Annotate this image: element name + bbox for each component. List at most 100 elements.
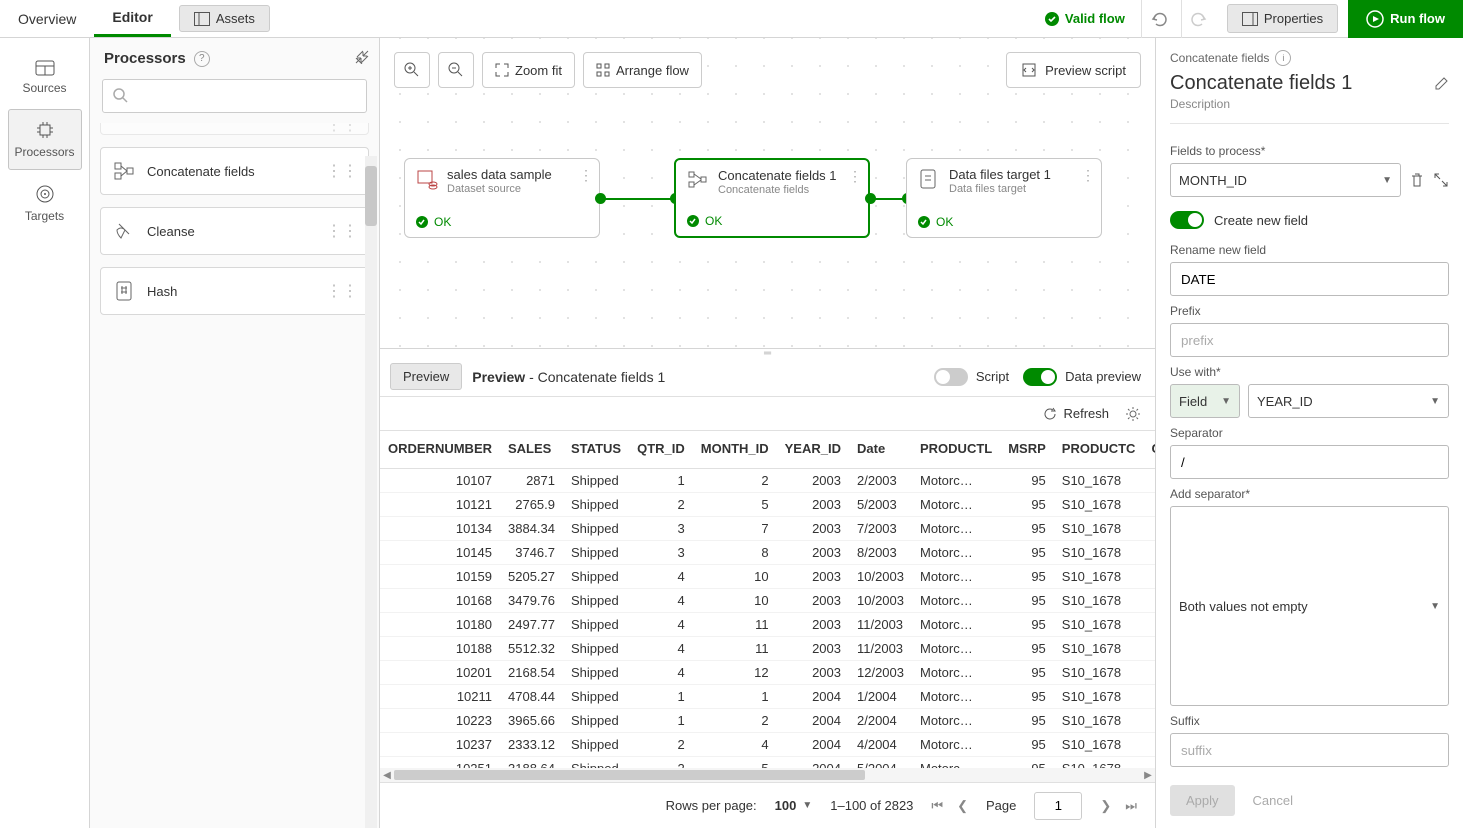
table-row[interactable]: 101343884.34Shipped3720037/2003Motorc…95…: [380, 517, 1155, 541]
undo-button[interactable]: [1141, 0, 1177, 38]
page-input[interactable]: [1034, 792, 1082, 820]
node-menu-icon[interactable]: ⋮: [579, 167, 593, 184]
tab-editor[interactable]: Editor: [94, 0, 170, 37]
script-icon: [1021, 62, 1037, 78]
column-header[interactable]: QTR_ID: [629, 431, 693, 469]
cleanse-icon: [113, 220, 135, 242]
remove-field-button[interactable]: [1409, 172, 1425, 188]
edit-title-button[interactable]: [1433, 76, 1449, 92]
redo-button[interactable]: [1181, 0, 1217, 38]
column-header[interactable]: MSRP: [1000, 431, 1054, 469]
connection-line: [605, 198, 673, 200]
assets-button[interactable]: Assets: [179, 5, 270, 32]
create-new-field-toggle[interactable]: [1170, 211, 1204, 229]
processor-item-cleanse[interactable]: Cleanse ⋮⋮: [100, 207, 369, 255]
processor-search-input[interactable]: [102, 79, 367, 113]
refresh-icon: [1043, 407, 1057, 421]
fields-to-process-select[interactable]: MONTH_ID ▼: [1170, 163, 1401, 197]
zoom-out-icon: [448, 62, 464, 78]
horizontal-scrollbar[interactable]: ◀ ▶: [380, 768, 1155, 782]
drag-handle-icon[interactable]: ⋮⋮: [326, 123, 358, 135]
last-page-button[interactable]: ⏭: [1125, 798, 1137, 814]
node-concatenate[interactable]: Concatenate fields 1 Concatenate fields …: [674, 158, 870, 238]
table-row[interactable]: 102114708.44Shipped1120041/2004Motorc…95…: [380, 685, 1155, 709]
drag-handle-icon[interactable]: ⋮⋮: [326, 281, 358, 301]
rename-new-input[interactable]: [1170, 262, 1449, 296]
data-preview-toggle[interactable]: [1023, 368, 1057, 386]
rows-per-page-select[interactable]: 100 ▼: [775, 798, 813, 813]
node-menu-icon[interactable]: ⋮: [1081, 167, 1095, 184]
script-toggle[interactable]: [934, 368, 968, 386]
properties-button[interactable]: Properties: [1227, 4, 1338, 33]
suffix-input[interactable]: [1170, 733, 1449, 767]
table-row[interactable]: 101453746.7Shipped3820038/2003Motorc…95S…: [380, 541, 1155, 565]
flow-canvas[interactable]: Zoom fit Arrange flow Preview script: [380, 38, 1155, 348]
column-header[interactable]: YEAR_ID: [777, 431, 849, 469]
zoom-fit-button[interactable]: Zoom fit: [482, 52, 575, 88]
table-row[interactable]: 101802497.77Shipped411200311/2003Motorc……: [380, 613, 1155, 637]
panel-icon: [194, 12, 210, 26]
node-status: OK: [686, 214, 722, 228]
drag-handle-icon[interactable]: ⋮⋮: [326, 161, 358, 181]
table-row[interactable]: 102012168.54Shipped412200312/2003Motorc……: [380, 661, 1155, 685]
expand-field-button[interactable]: [1433, 172, 1449, 188]
node-status: OK: [917, 215, 953, 229]
drag-handle-icon[interactable]: ⋮⋮: [326, 221, 358, 241]
run-flow-button[interactable]: Run flow: [1348, 0, 1463, 38]
node-source[interactable]: sales data sample Dataset source ⋮ OK: [404, 158, 600, 238]
zoom-in-button[interactable]: [394, 52, 430, 88]
tab-overview[interactable]: Overview: [0, 0, 94, 37]
processor-item-concatenate[interactable]: Concatenate fields ⋮⋮: [100, 147, 369, 195]
page-label: Page: [986, 798, 1016, 813]
processor-scrollbar[interactable]: [365, 156, 377, 828]
rail-sources[interactable]: Sources: [8, 50, 82, 105]
column-header[interactable]: STATUS: [563, 431, 629, 469]
apply-button[interactable]: Apply: [1170, 785, 1235, 816]
processor-item-hash[interactable]: Hash ⋮⋮: [100, 267, 369, 315]
rail-targets[interactable]: Targets: [8, 174, 82, 233]
table-row[interactable]: 101683479.76Shipped410200310/2003Motorc……: [380, 589, 1155, 613]
check-circle-icon: [415, 215, 429, 229]
table-row[interactable]: 102372333.12Shipped2420044/2004Motorc…95…: [380, 733, 1155, 757]
use-with-field-select[interactable]: YEAR_ID ▼: [1248, 384, 1449, 418]
check-circle-icon: [1044, 11, 1060, 27]
first-page-button[interactable]: ⏮: [931, 798, 943, 814]
column-header[interactable]: ORDERNUMBER: [380, 431, 500, 469]
processor-item[interactable]: ⋮⋮: [100, 123, 369, 135]
table-settings-button[interactable]: [1125, 406, 1141, 422]
help-icon[interactable]: ?: [194, 51, 210, 67]
column-header[interactable]: SALES: [500, 431, 563, 469]
table-row[interactable]: 101072871Shipped1220032/2003Motorc…95S10…: [380, 469, 1155, 493]
column-header[interactable]: PRODUCTC: [1054, 431, 1144, 469]
refresh-button[interactable]: Refresh: [1037, 402, 1115, 425]
add-separator-select[interactable]: Both values not empty ▼: [1170, 506, 1449, 706]
separator-input[interactable]: [1170, 445, 1449, 479]
node-menu-icon[interactable]: ⋮: [848, 168, 862, 185]
table-row[interactable]: 102233965.66Shipped1220042/2004Motorc…95…: [380, 709, 1155, 733]
column-header[interactable]: CU: [1143, 431, 1155, 469]
collapse-panel-icon[interactable]: [355, 50, 369, 64]
table-row[interactable]: 101212765.9Shipped2520035/2003Motorc…95S…: [380, 493, 1155, 517]
zoom-out-button[interactable]: [438, 52, 474, 88]
column-header[interactable]: MONTH_ID: [693, 431, 777, 469]
prefix-input[interactable]: [1170, 323, 1449, 357]
cancel-button[interactable]: Cancel: [1249, 785, 1297, 816]
info-icon[interactable]: i: [1275, 50, 1291, 66]
preview-script-button[interactable]: Preview script: [1006, 52, 1141, 88]
resize-handle[interactable]: ═: [380, 349, 1155, 357]
add-separator-label: Add separator*: [1170, 487, 1449, 501]
column-header[interactable]: PRODUCTL: [912, 431, 1000, 469]
node-target[interactable]: Data files target 1 Data files target ⋮ …: [906, 158, 1102, 238]
concatenate-icon: [686, 168, 710, 192]
column-header[interactable]: Date: [849, 431, 912, 469]
prev-page-button[interactable]: ❮: [957, 798, 968, 814]
next-page-button[interactable]: ❯: [1100, 798, 1111, 814]
table-row[interactable]: 101595205.27Shipped410200310/2003Motorc……: [380, 565, 1155, 589]
sources-icon: [35, 60, 55, 76]
rail-processors[interactable]: Processors: [8, 109, 82, 170]
arrange-flow-button[interactable]: Arrange flow: [583, 52, 702, 88]
use-with-mode-select[interactable]: Field ▼: [1170, 384, 1240, 418]
table-row[interactable]: 101885512.32Shipped411200311/2003Motorc……: [380, 637, 1155, 661]
undo-icon: [1150, 11, 1168, 27]
preview-chip[interactable]: Preview: [390, 363, 462, 390]
